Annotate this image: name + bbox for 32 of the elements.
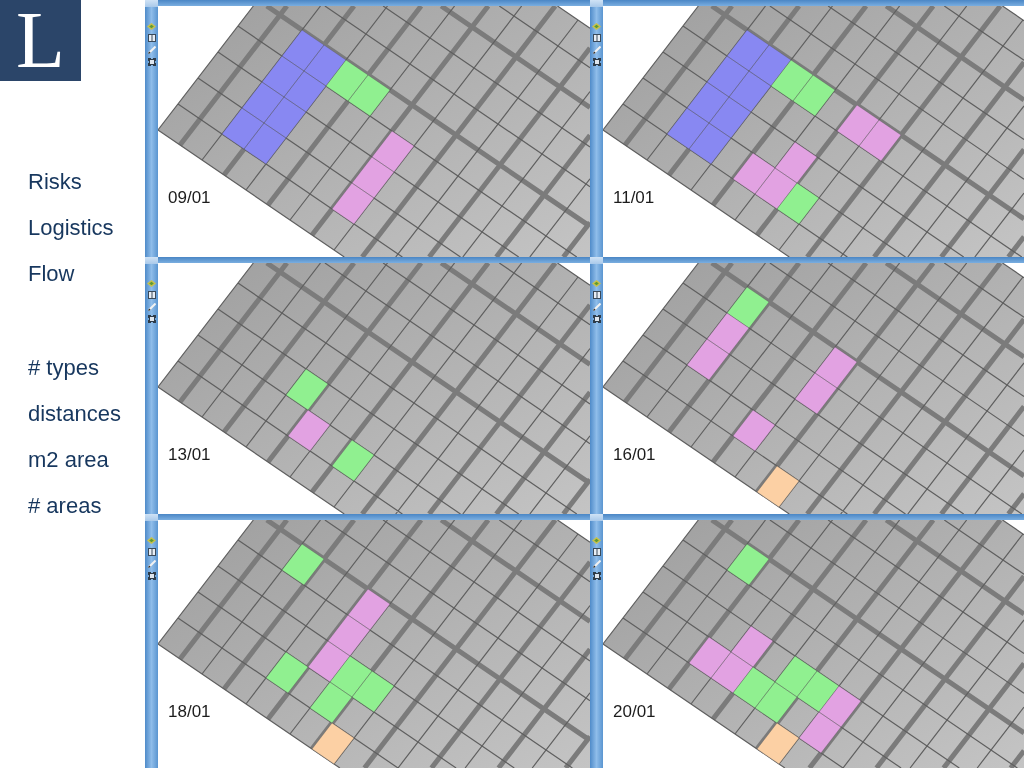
topic-label: Flow bbox=[28, 260, 75, 288]
date-label: 11/01 bbox=[613, 188, 655, 208]
topic-label: Risks bbox=[28, 168, 82, 196]
topic-label: # types bbox=[28, 354, 99, 382]
frame-icon[interactable] bbox=[592, 572, 601, 580]
pencil-icon[interactable] bbox=[147, 303, 156, 311]
window-icon[interactable] bbox=[592, 548, 601, 556]
pencil-icon[interactable] bbox=[147, 46, 156, 54]
date-label: 16/01 bbox=[613, 445, 656, 465]
pencil-icon[interactable] bbox=[592, 560, 601, 568]
frame-icon[interactable] bbox=[147, 315, 156, 323]
window-icon[interactable] bbox=[592, 34, 601, 42]
date-label: 20/01 bbox=[613, 702, 656, 722]
window-icon[interactable] bbox=[592, 291, 601, 299]
topic-label: # areas bbox=[28, 492, 102, 520]
topic-label: m2 area bbox=[28, 446, 109, 474]
topic-label: Logistics bbox=[28, 214, 114, 242]
window-icon[interactable] bbox=[147, 34, 156, 42]
window-icon[interactable] bbox=[147, 291, 156, 299]
date-label: 09/01 bbox=[168, 188, 211, 208]
date-label: 13/01 bbox=[168, 445, 211, 465]
topic-label: distances bbox=[28, 400, 121, 428]
frame-icon[interactable] bbox=[592, 315, 601, 323]
date-label: 18/01 bbox=[168, 702, 211, 722]
window-icon[interactable] bbox=[147, 548, 156, 556]
frame-icon[interactable] bbox=[147, 58, 156, 66]
frame-icon[interactable] bbox=[147, 572, 156, 580]
frame-icon[interactable] bbox=[592, 58, 601, 66]
pencil-icon[interactable] bbox=[592, 303, 601, 311]
pencil-icon[interactable] bbox=[147, 560, 156, 568]
pencil-icon[interactable] bbox=[592, 46, 601, 54]
logo: L bbox=[0, 0, 81, 81]
